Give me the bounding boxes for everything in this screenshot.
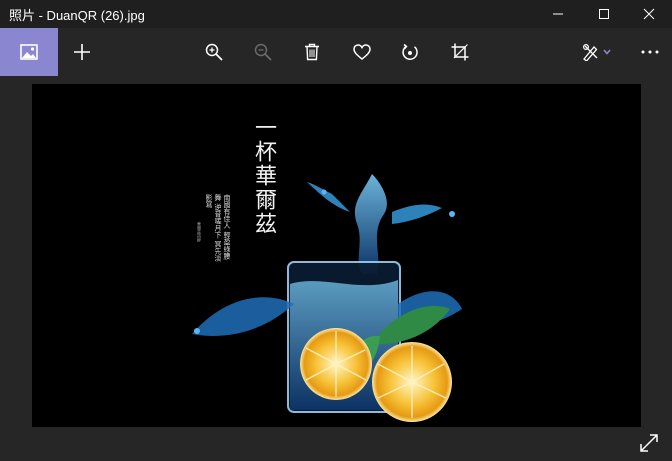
expand-fullscreen-icon bbox=[640, 434, 658, 452]
close-button[interactable] bbox=[626, 0, 672, 28]
rotate-icon bbox=[402, 43, 418, 60]
edit-draw-icon bbox=[582, 43, 611, 61]
zoom-in-button[interactable] bbox=[194, 28, 234, 76]
photo-poem-title: 一杯華爾茲 bbox=[251, 116, 276, 236]
trash-icon bbox=[305, 43, 319, 61]
see-all-photos-button[interactable] bbox=[0, 28, 58, 76]
photo-signature: 華爾茲詩醉 bbox=[197, 222, 202, 242]
zoom-in-icon bbox=[205, 43, 223, 61]
zoom-out-icon bbox=[254, 43, 272, 61]
heart-icon bbox=[353, 44, 371, 60]
title-bar: 照片 - DuanQR (26).jpg bbox=[0, 0, 672, 28]
photo[interactable]: 一杯華爾茲 南國有佳人 輕盈綠腰舞 逆昔嗟月下 冥先淡影寫 華爾茲詩醉 bbox=[32, 84, 641, 427]
delete-button[interactable] bbox=[292, 28, 332, 76]
close-icon bbox=[643, 8, 655, 20]
toolbar bbox=[0, 28, 672, 76]
minimize-button[interactable] bbox=[535, 0, 581, 28]
photo-artwork bbox=[192, 174, 462, 422]
favorite-button[interactable] bbox=[342, 28, 382, 76]
see-more-button[interactable] bbox=[630, 28, 670, 76]
zoom-out-button[interactable] bbox=[243, 28, 283, 76]
photo-poem-lines: 南國有佳人 輕盈綠腰舞 逆昔嗟月下 冥先淡影寫 bbox=[205, 194, 231, 262]
crop-button[interactable] bbox=[440, 28, 480, 76]
minimize-icon bbox=[553, 13, 563, 15]
more-icon bbox=[641, 50, 659, 54]
crop-icon bbox=[451, 43, 469, 61]
photo-viewer: 一杯華爾茲 南國有佳人 輕盈綠腰舞 逆昔嗟月下 冥先淡影寫 華爾茲詩醉 bbox=[0, 76, 672, 461]
add-button[interactable] bbox=[62, 28, 102, 76]
image-icon bbox=[20, 44, 38, 60]
plus-icon bbox=[74, 44, 90, 60]
rotate-button[interactable] bbox=[390, 28, 430, 76]
maximize-button[interactable] bbox=[581, 0, 627, 28]
window-title: 照片 - DuanQR (26).jpg bbox=[9, 8, 145, 23]
edit-create-button[interactable] bbox=[574, 28, 620, 76]
expand-button[interactable] bbox=[632, 428, 666, 458]
maximize-icon bbox=[599, 9, 609, 19]
